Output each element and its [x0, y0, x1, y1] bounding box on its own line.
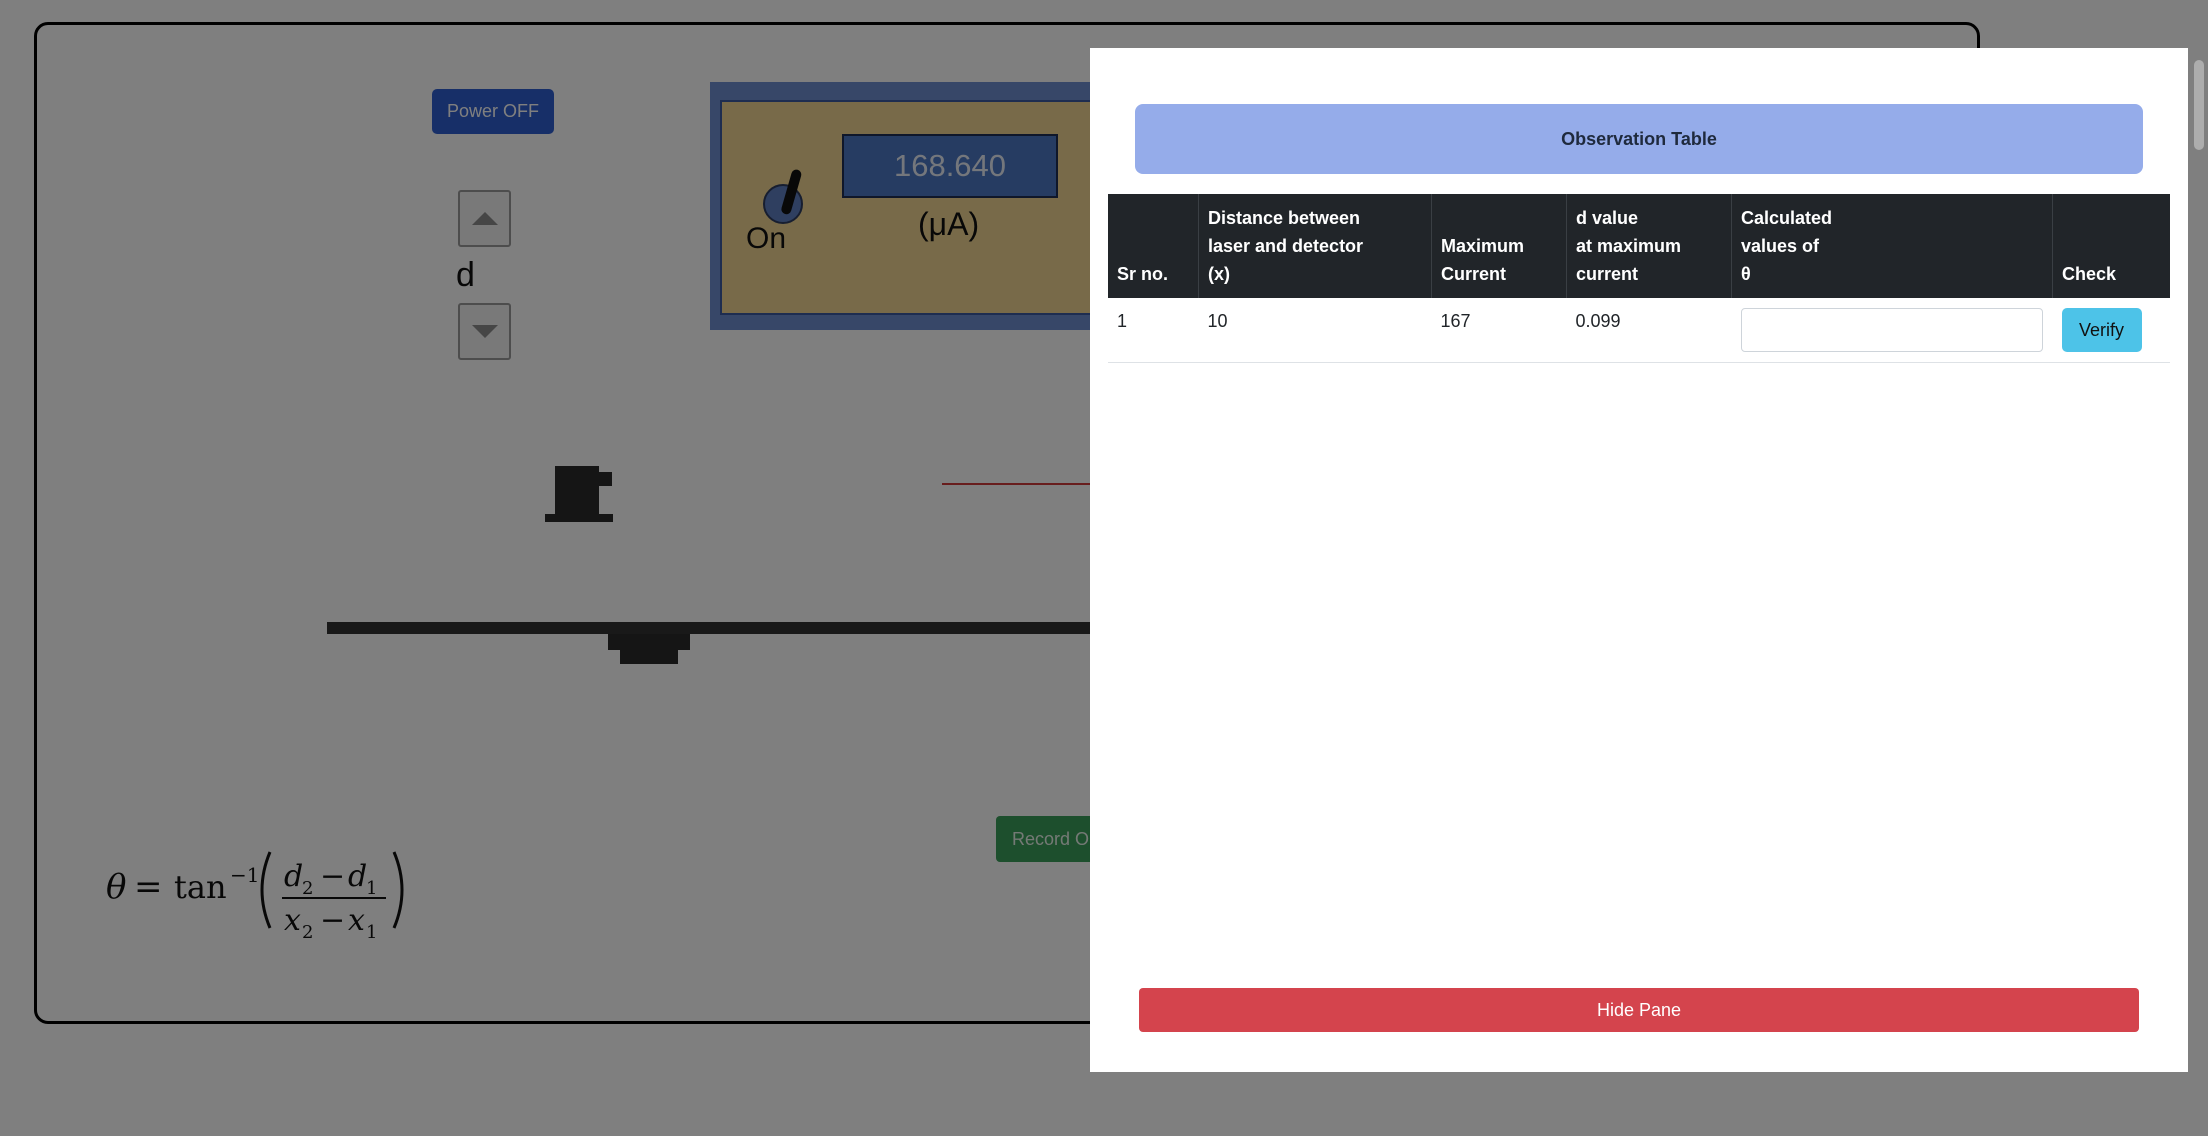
page-scrollbar[interactable] — [2194, 60, 2204, 150]
col-sr-no: Sr no. — [1108, 194, 1199, 298]
table-header-row: Sr no. Distance between laser and detect… — [1108, 194, 2170, 298]
col-d-value: d value at maximum current — [1566, 194, 1732, 298]
cell-theta — [1731, 298, 2053, 363]
col-max-current: Maximum Current — [1431, 194, 1567, 298]
observation-table-title: Observation Table — [1135, 104, 2143, 174]
cell-max-current: 167 — [1431, 298, 1567, 363]
verify-button[interactable]: Verify — [2061, 308, 2142, 352]
cell-d-value: 0.099 — [1566, 298, 1732, 363]
cell-sr-no: 1 — [1108, 298, 1199, 363]
theta-input[interactable] — [1740, 308, 2043, 352]
cell-check: Verify — [2052, 298, 2170, 363]
cell-distance: 10 — [1198, 298, 1432, 363]
table-row: 1 10 167 0.099 Verify — [1108, 298, 2170, 363]
observation-table: Sr no. Distance between laser and detect… — [1108, 194, 2170, 363]
observation-pane: Observation Table Sr no. Distance betwee… — [1090, 48, 2188, 1072]
col-check: Check — [2052, 194, 2170, 298]
col-distance: Distance between laser and detector (x) — [1198, 194, 1432, 298]
hide-pane-button[interactable]: Hide Pane — [1139, 988, 2139, 1032]
col-theta: Calculated values of θ — [1731, 194, 2053, 298]
